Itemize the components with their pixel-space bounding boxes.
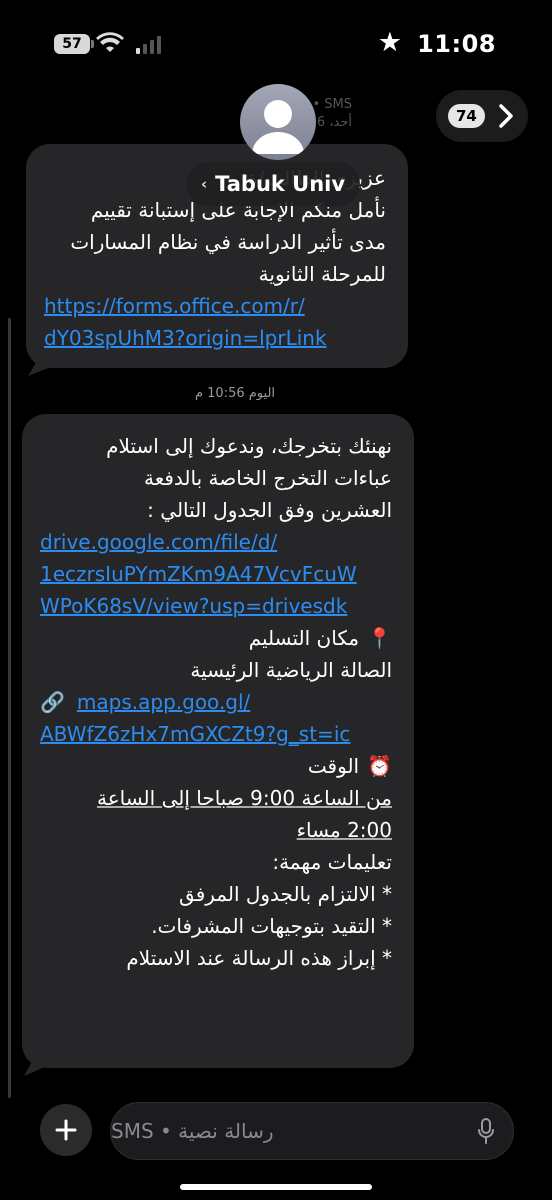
time-line-1[interactable]: من الساعة 9:00 صباحا إلى الساعة <box>40 782 392 814</box>
pin-icon: 📍 <box>367 626 392 650</box>
contact-name-button[interactable]: ‹ Tabuk Univ <box>186 162 360 206</box>
drive-link-line-3: WPoK68sV/view?usp=drivesdk <box>40 594 348 618</box>
alarm-clock-icon: ⏰ <box>367 754 392 778</box>
microphone-icon[interactable] <box>478 1118 494 1144</box>
message-line: العشرين وفق الجدول التالي : <box>147 498 392 522</box>
maps-link-line-1: maps.app.goo.gl/ <box>76 690 251 714</box>
chevron-right-icon <box>499 104 513 128</box>
drive-link-line-1: drive.google.com/file/d/ <box>40 530 278 554</box>
message-line: نهنئك بتخرجك، وندعوك إلى استلام <box>106 434 392 458</box>
forms-link-line-2: dY03spUhM3?origin=lprLink <box>44 326 327 350</box>
drive-link[interactable]: drive.google.com/file/d/ 1eczrsIuPYmZKm9… <box>40 526 392 622</box>
compose-bar: رسالة نصية • SMS <box>0 1094 552 1174</box>
chevron-left-icon: ‹ <box>200 175 208 193</box>
instruction-item: * الالتزام بالجدول المرفق <box>179 882 392 906</box>
contact-avatar[interactable] <box>240 84 316 160</box>
maps-link-row[interactable]: 🔗 maps.app.goo.gl/ <box>40 686 392 718</box>
maps-link-line-2[interactable]: ABWfZ6zHx7mGXCZt9?g_st=ic <box>40 718 392 750</box>
status-time: 11:08 <box>417 30 496 58</box>
cellular-signal-icon <box>136 36 161 54</box>
unread-count-badge: 74 <box>448 104 485 128</box>
contact-name: Tabuk Univ <box>215 172 346 196</box>
message-input-placeholder: رسالة نصية • SMS <box>111 1119 274 1143</box>
message-timestamp: اليوم 10:56 م <box>194 386 276 401</box>
message-bubble-2: نهنئك بتخرجك، وندعوك إلى استلام عباءات ا… <box>22 414 414 1068</box>
time-line-2[interactable]: 2:00 مساء <box>40 814 392 846</box>
message-line: للمرحلة الثانوية <box>258 262 386 286</box>
forms-link-line-1: https://forms.office.com/r/ <box>44 294 305 318</box>
wifi-icon <box>96 32 124 52</box>
instruction-item: * التقيد بتوجيهات المشرفات. <box>151 914 392 938</box>
battery-icon: 57 <box>54 34 94 54</box>
home-indicator[interactable] <box>180 1184 372 1190</box>
time-label: الوقت <box>307 754 360 778</box>
plus-icon <box>55 1119 77 1141</box>
message-line: عباءات التخرج الخاصة بالدفعة <box>143 466 392 490</box>
location-value: الصالة الرياضية الرئيسية <box>190 658 392 682</box>
battery-level: 57 <box>62 36 82 52</box>
message-line: مدى تأثير الدراسة في نظام المسارات <box>70 230 386 254</box>
instructions-title: تعليمات مهمة: <box>272 850 392 874</box>
back-button[interactable]: 74 <box>436 90 528 142</box>
location-row: مكان التسليم 📍 <box>40 622 392 654</box>
location-label: مكان التسليم <box>248 626 360 650</box>
link-icon: 🔗 <box>40 690 65 714</box>
person-icon <box>252 100 304 154</box>
forms-link[interactable]: https://forms.office.com/r/ dY03spUhM3?o… <box>44 290 386 354</box>
star-icon: ★ <box>377 27 402 58</box>
add-attachment-button[interactable] <box>40 1104 92 1156</box>
instruction-item: * إبراز هذه الرسالة عند الاستلام <box>126 946 392 970</box>
status-bar: 57 ★ 11:08 <box>0 0 552 90</box>
drive-link-line-2: 1eczrsIuPYmZKm9A47VcvFcuW <box>40 562 357 586</box>
time-row: الوقت ⏰ <box>40 750 392 782</box>
scroll-indicator[interactable] <box>8 318 11 1098</box>
message-input[interactable]: رسالة نصية • SMS <box>110 1102 514 1160</box>
